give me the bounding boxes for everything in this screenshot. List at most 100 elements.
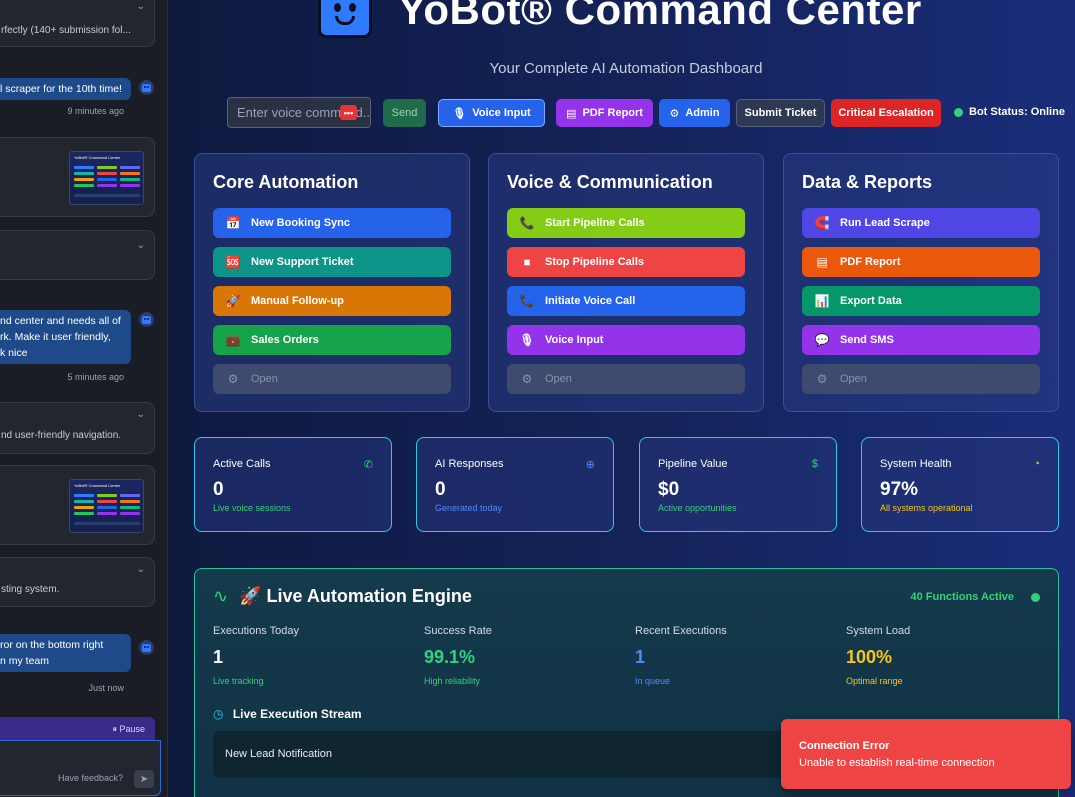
- metric-label: Success Rate: [424, 625, 492, 637]
- voice-input-button[interactable]: 🎙 Voice Input: [507, 325, 745, 355]
- message-icon: 💬: [814, 333, 830, 347]
- run-lead-scrape-button[interactable]: 🧲 Run Lead Scrape: [802, 208, 1040, 238]
- start-pipeline-calls-button[interactable]: 📞 Start Pipeline Calls: [507, 208, 745, 238]
- new-support-ticket-button[interactable]: 🆘 New Support Ticket: [213, 247, 451, 277]
- metric-label: Recent Executions: [635, 625, 727, 637]
- stat-label: Active Calls: [213, 458, 271, 470]
- chevron-down-icon[interactable]: ⌄: [137, 564, 145, 575]
- chevron-down-icon[interactable]: ⌄: [137, 409, 145, 420]
- toast-title: Connection Error: [799, 740, 890, 752]
- stat-label: AI Responses: [435, 458, 504, 470]
- chevron-down-icon[interactable]: ⌄: [137, 240, 145, 251]
- metric-value: 99.1%: [424, 647, 476, 667]
- send-label: Send: [391, 107, 418, 119]
- app-title: YoBot® Command Center: [398, 0, 922, 33]
- new-booking-sync-button[interactable]: 📅 New Booking Sync: [213, 208, 451, 238]
- metric-sub: In queue: [635, 676, 671, 686]
- send-button[interactable]: Send: [383, 99, 426, 127]
- initiate-voice-call-button[interactable]: 📞 Initiate Voice Call: [507, 286, 745, 316]
- bot-avatar-icon: [139, 80, 154, 95]
- user-message-line: n my team: [0, 655, 50, 667]
- sos-icon: 🆘: [225, 255, 241, 269]
- gear-icon: ⚙: [816, 372, 828, 386]
- critical-escalation-label: Critical Escalation: [838, 107, 934, 119]
- user-message: ror on the bottom right n my team: [0, 634, 131, 672]
- bot-avatar-icon: [139, 312, 154, 327]
- phone-icon: 📞: [519, 294, 535, 308]
- page-subtitle: Your Complete AI Automation Dashboard: [489, 60, 763, 77]
- chat-card-text: rfectly (140+ submission fol...: [1, 25, 131, 36]
- button-label: Open: [545, 373, 572, 385]
- engine-metric: Recent Executions 1 In queue: [635, 625, 835, 686]
- button-label: Export Data: [840, 295, 902, 307]
- rocket-icon: 🚀: [225, 294, 241, 308]
- open-button[interactable]: ⚙ Open: [802, 364, 1040, 394]
- open-button[interactable]: ⚙ Open: [213, 364, 451, 394]
- pause-bar: ⏸ Pause: [0, 717, 155, 741]
- submit-ticket-button[interactable]: Submit Ticket: [736, 99, 825, 127]
- functions-active-status: 40 Functions Active: [910, 591, 1014, 603]
- chat-card-screenshot[interactable]: YoBot® Command Center: [0, 465, 155, 545]
- chat-card-screenshot[interactable]: YoBot® Command Center: [0, 137, 155, 217]
- button-label: Run Lead Scrape: [840, 217, 930, 229]
- pdf-report-button[interactable]: ▤ PDF Report: [802, 247, 1040, 277]
- stat-sub: Active opportunities: [658, 503, 737, 513]
- system-health-card: System Health ◔ 97% All systems operatio…: [861, 437, 1059, 532]
- stat-value: 97%: [880, 479, 919, 500]
- chat-card[interactable]: ⌄: [0, 230, 155, 280]
- dollar-icon: $: [811, 458, 818, 470]
- gear-icon: ⚙: [521, 372, 533, 386]
- document-icon: ▤: [816, 255, 828, 269]
- manual-follow-up-button[interactable]: 🚀 Manual Follow-up: [213, 286, 451, 316]
- panel-title: Data & Reports: [802, 172, 933, 192]
- input-extension-icon[interactable]: •••: [340, 105, 357, 120]
- document-icon: ▤: [566, 107, 577, 120]
- engine-metric: System Load 100% Optimal range: [846, 625, 1046, 686]
- button-label: Manual Follow-up: [251, 295, 344, 307]
- user-message: nd center and needs all of rk. Make it u…: [0, 310, 131, 364]
- chat-card[interactable]: ⌄ sting system.: [0, 557, 155, 607]
- active-calls-card: Active Calls ✆ 0 Live voice sessions: [194, 437, 392, 532]
- critical-escalation-button[interactable]: Critical Escalation: [831, 99, 941, 127]
- screenshot-thumbnail[interactable]: YoBot® Command Center: [69, 479, 144, 533]
- phone-icon: 📞: [519, 216, 535, 230]
- chat-card[interactable]: ⌄ nd user-friendly navigation.: [0, 402, 155, 454]
- engine-title-row: ∿ 🚀 Live Automation Engine: [213, 586, 472, 607]
- chat-card[interactable]: ⌄ rfectly (140+ submission fol...: [0, 0, 155, 47]
- send-arrow-icon[interactable]: ➤: [134, 770, 154, 788]
- stat-sub: Generated today: [435, 503, 503, 513]
- metric-value: 1: [213, 647, 224, 667]
- chevron-down-icon[interactable]: ⌄: [137, 1, 145, 12]
- feedback-input[interactable]: Have feedback? ➤: [0, 740, 161, 796]
- metric-value: 1: [635, 647, 646, 667]
- metric-label: Executions Today: [213, 625, 300, 637]
- calendar-icon: 📅: [225, 216, 241, 230]
- screenshot-thumbnail[interactable]: YoBot® Command Center: [69, 151, 144, 205]
- metric-label: System Load: [846, 625, 911, 637]
- stat-value: 0: [435, 479, 446, 500]
- stat-sub: All systems operational: [880, 503, 973, 513]
- connection-error-toast[interactable]: Connection Error Unable to establish rea…: [781, 719, 1071, 789]
- export-data-button[interactable]: 📊 Export Data: [802, 286, 1040, 316]
- button-label: New Booking Sync: [251, 217, 351, 229]
- send-sms-button[interactable]: 💬 Send SMS: [802, 325, 1040, 355]
- bot-status: Bot Status: Online: [969, 106, 1065, 118]
- admin-button[interactable]: ⚙ Admin: [659, 99, 730, 127]
- dashboard-main: YoBot® Command Center Your Complete AI A…: [171, 0, 1075, 797]
- voice-input-button[interactable]: 🎙 Voice Input: [438, 99, 545, 127]
- engine-title: 🚀 Live Automation Engine: [239, 586, 472, 606]
- metric-sub: Optimal range: [846, 676, 903, 686]
- sales-orders-button[interactable]: 💼 Sales Orders: [213, 325, 451, 355]
- button-label: Voice Input: [545, 334, 604, 346]
- stop-pipeline-calls-button[interactable]: ⏹ Stop Pipeline Calls: [507, 247, 745, 277]
- button-label: Send SMS: [840, 334, 894, 346]
- panel-title: Voice & Communication: [507, 172, 713, 192]
- user-message: l scraper for the 10th time!: [0, 78, 131, 100]
- bar-chart-icon: 📊: [814, 294, 830, 308]
- stream-item: New Lead Notification: [225, 748, 333, 760]
- user-message-line: rk. Make it user friendly,: [0, 331, 111, 343]
- pause-button[interactable]: ⏸ Pause: [112, 724, 145, 735]
- open-button[interactable]: ⚙ Open: [507, 364, 745, 394]
- pdf-report-button[interactable]: ▤ PDF Report: [556, 99, 653, 127]
- thumbnail-title: YoBot® Command Center: [74, 155, 121, 160]
